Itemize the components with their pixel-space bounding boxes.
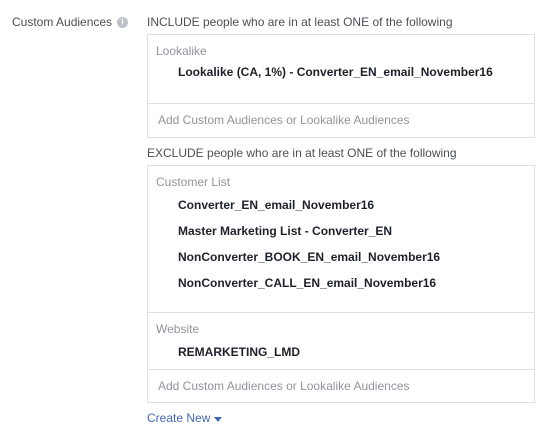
exclude-add-audience-input[interactable]: Add Custom Audiences or Lookalike Audien… [148, 370, 534, 403]
custom-audiences-label-text: Custom Audiences [12, 15, 113, 29]
exclude-heading: EXCLUDE people who are in at least ONE o… [147, 146, 457, 160]
caret-down-icon [214, 416, 223, 422]
create-new-label: Create New [147, 411, 211, 425]
exclude-group-title: Website [156, 322, 200, 336]
audience-item[interactable]: REMARKETING_LMD [156, 345, 526, 359]
exclude-group-website: Website REMARKETING_LMD [148, 313, 534, 370]
exclude-audiences-box: Customer List Converter_EN_email_Novembe… [147, 165, 535, 403]
include-audiences-box: Lookalike Lookalike (CA, 1%) - Converter… [147, 34, 535, 138]
custom-audiences-label: Custom Audiences i [12, 15, 129, 29]
audience-item[interactable]: Master Marketing List - Converter_EN [156, 224, 526, 238]
create-new-button[interactable]: Create New [147, 411, 223, 425]
exclude-group-title: Customer List [156, 175, 231, 189]
audience-item[interactable]: Converter_EN_email_November16 [156, 198, 526, 212]
exclude-group-customer-list: Customer List Converter_EN_email_Novembe… [148, 166, 534, 313]
audience-item[interactable]: NonConverter_CALL_EN_email_November16 [156, 276, 526, 290]
audience-item[interactable]: NonConverter_BOOK_EN_email_November16 [156, 250, 526, 264]
include-group-lookalike: Lookalike Lookalike (CA, 1%) - Converter… [148, 35, 534, 104]
info-icon[interactable]: i [117, 16, 129, 28]
include-heading: INCLUDE people who are in at least ONE o… [147, 15, 453, 29]
audience-item[interactable]: Lookalike (CA, 1%) - Converter_EN_email_… [156, 65, 498, 79]
include-group-title: Lookalike [156, 44, 207, 58]
include-add-audience-input[interactable]: Add Custom Audiences or Lookalike Audien… [148, 104, 534, 137]
